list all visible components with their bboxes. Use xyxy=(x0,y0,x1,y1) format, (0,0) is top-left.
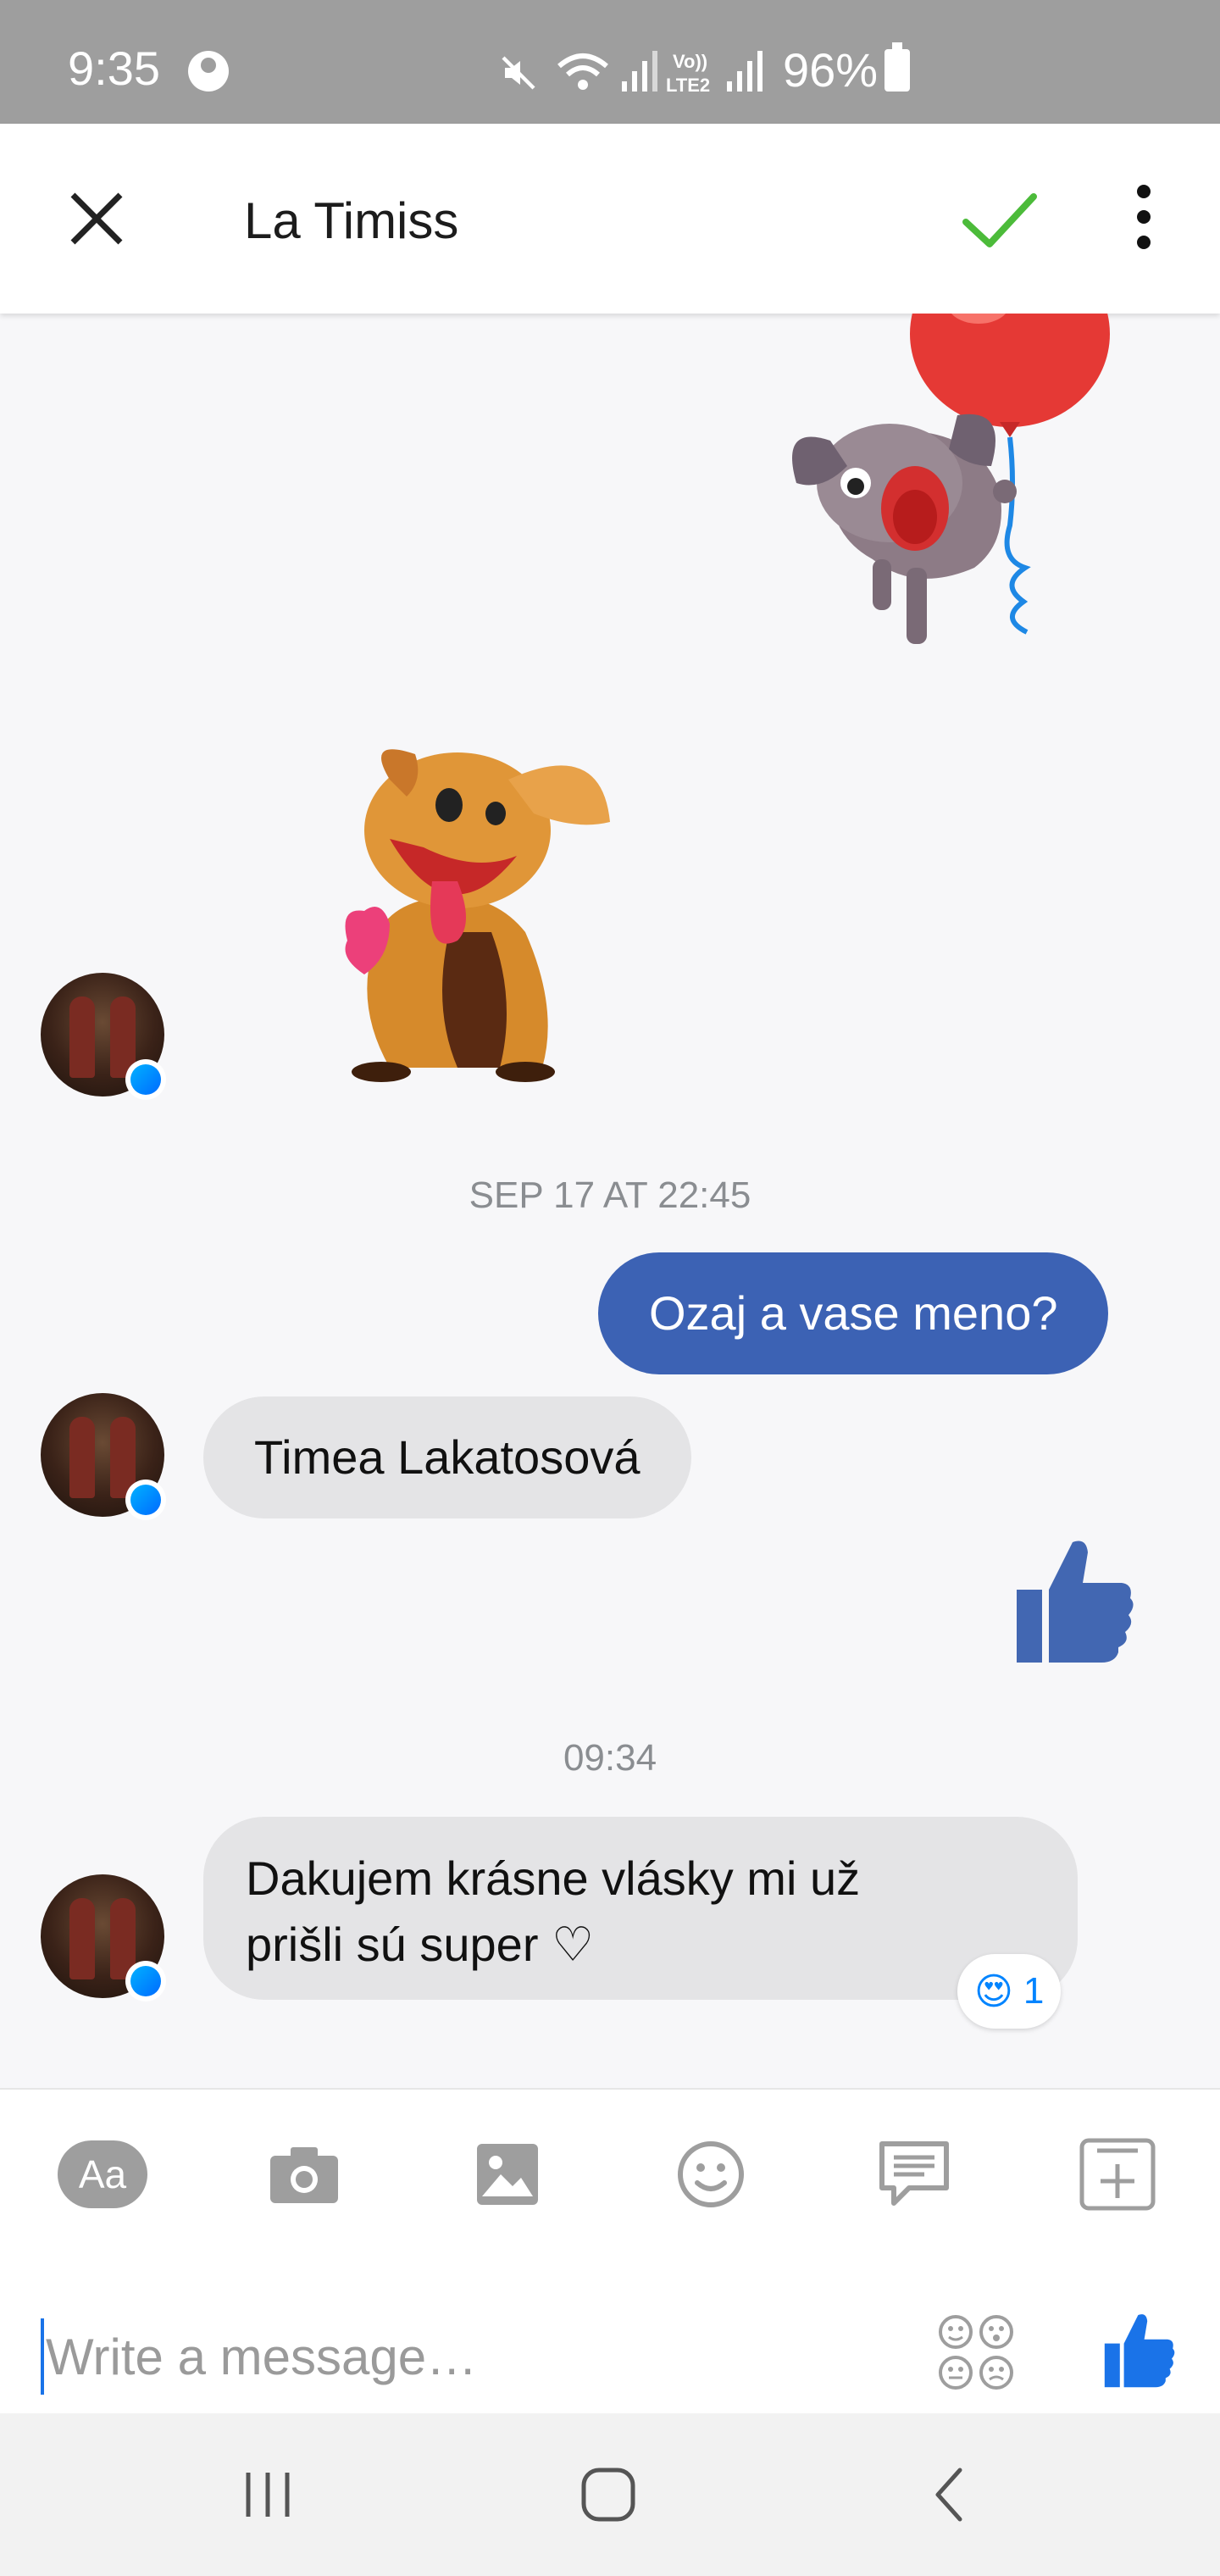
contact-avatar[interactable] xyxy=(41,1874,166,2001)
text-format-label: Aa xyxy=(58,2140,147,2208)
heart-eyes-emoji: 😍 xyxy=(974,1970,1013,2012)
message-list[interactable]: SEP 17 AT 22:45 Ozaj a vase meno? Timea … xyxy=(0,314,1220,2088)
battery-percent: 96% xyxy=(783,43,879,97)
battery-icon xyxy=(884,42,910,92)
contact-avatar[interactable] xyxy=(41,973,166,1100)
status-bar: 9:35 Vo)) LTE2 96% xyxy=(0,0,1220,124)
smiley-icon xyxy=(678,2141,744,2207)
message-line: prišli sú super ♡ xyxy=(246,1918,595,1971)
emoji-button[interactable] xyxy=(664,2132,757,2217)
timestamp: SEP 17 AT 22:45 xyxy=(469,1174,751,1216)
message-composer: Aa xyxy=(0,2088,1220,2413)
more-options-button[interactable] xyxy=(1127,185,1161,256)
plus-square-icon xyxy=(1079,2138,1156,2211)
back-icon xyxy=(935,2468,962,2522)
check-icon xyxy=(962,193,1037,247)
gallery-button[interactable] xyxy=(461,2132,554,2217)
happy-dog-with-heart-sticker[interactable] xyxy=(322,729,627,1085)
camera-button[interactable] xyxy=(258,2132,351,2217)
quick-reply-button[interactable] xyxy=(868,2132,961,2217)
chat-icon xyxy=(879,2141,949,2206)
camera-icon xyxy=(270,2147,338,2203)
messenger-badge-icon xyxy=(125,1059,166,1100)
account-circle-icon xyxy=(188,51,229,92)
dog-with-red-balloon-sticker[interactable] xyxy=(746,314,1118,669)
sent-like[interactable] xyxy=(1010,1534,1137,1669)
thumbs-up-icon xyxy=(1017,1541,1134,1663)
more-vert-icon xyxy=(1137,185,1151,198)
svg-text:Vo)): Vo)) xyxy=(673,51,707,72)
reaction-count: 1 xyxy=(1023,1970,1045,2012)
confirm-button[interactable] xyxy=(957,178,1042,259)
close-icon xyxy=(70,192,123,245)
recent-apps-button[interactable] xyxy=(217,2461,319,2529)
signal-icon xyxy=(622,51,657,92)
timestamp: 09:34 xyxy=(563,1737,657,1779)
emoji-grid-icon xyxy=(939,2315,1013,2390)
messenger-badge-icon xyxy=(125,1961,166,2001)
messenger-badge-icon xyxy=(125,1480,166,1520)
image-icon xyxy=(477,2144,538,2205)
text-format-button[interactable]: Aa xyxy=(56,2132,149,2217)
signal-icon xyxy=(727,51,762,92)
conversation-header: La Timiss xyxy=(0,124,1220,314)
wifi-icon xyxy=(557,53,608,90)
conversation-title: La Timiss xyxy=(244,192,459,249)
thumbs-up-icon xyxy=(1104,2314,1175,2388)
incoming-message-bubble[interactable]: Dakujem krásne vlásky mi už prišli sú su… xyxy=(203,1817,1078,2000)
volte-icon: Vo)) LTE2 xyxy=(666,51,710,95)
incoming-message-bubble[interactable]: Timea Lakatosová xyxy=(203,1396,691,1518)
close-button[interactable] xyxy=(61,183,132,254)
send-like-button[interactable] xyxy=(1098,2310,1179,2391)
home-icon xyxy=(581,2468,635,2522)
back-button[interactable] xyxy=(898,2461,1000,2529)
message-line: Dakujem krásne vlásky mi už xyxy=(246,1852,861,1905)
home-button[interactable] xyxy=(557,2461,659,2529)
system-navigation-bar xyxy=(0,2413,1220,2576)
status-time: 9:35 xyxy=(68,42,160,95)
mute-icon xyxy=(502,56,535,90)
recent-apps-icon xyxy=(246,2473,290,2517)
contact-avatar[interactable] xyxy=(41,1393,166,1520)
message-reaction[interactable]: 😍 1 xyxy=(957,1954,1062,2029)
more-tools-button[interactable] xyxy=(1071,2132,1164,2217)
svg-text:LTE2: LTE2 xyxy=(666,75,710,95)
sticker-emoji-button[interactable] xyxy=(935,2312,1017,2393)
outgoing-message-bubble[interactable]: Ozaj a vase meno? xyxy=(598,1252,1109,1374)
message-input[interactable] xyxy=(41,2318,888,2395)
